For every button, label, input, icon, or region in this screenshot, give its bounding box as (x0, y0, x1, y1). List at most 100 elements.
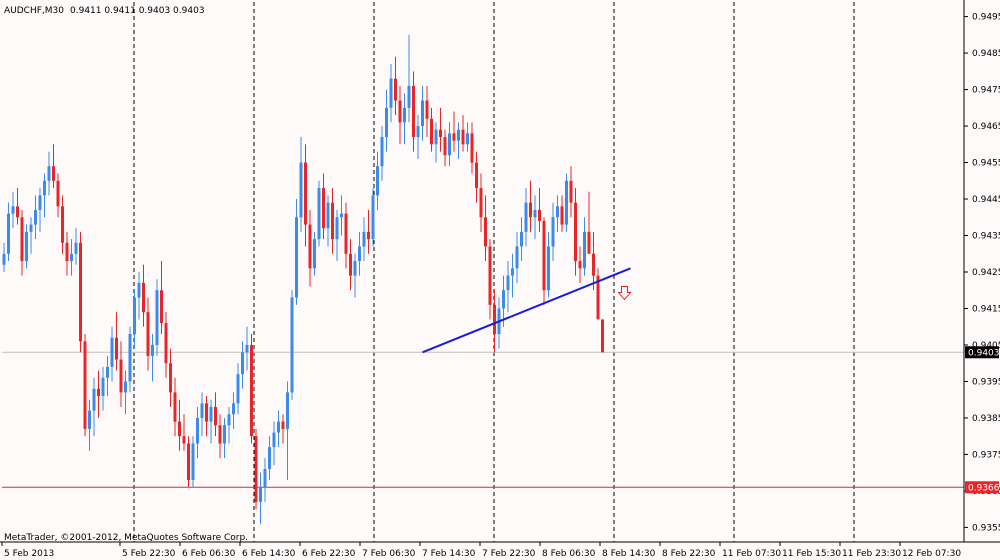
bear-candle-body (425, 100, 429, 119)
bull-candle-body (389, 78, 393, 108)
bear-candle-body (529, 202, 532, 218)
bear-candle-body (412, 85, 415, 137)
bull-candle-body (133, 297, 136, 335)
copyright-label: MetaTrader, ©2001-2012, MetaQuotes Softw… (4, 533, 248, 543)
bear-candle-body (574, 202, 577, 262)
bull-candle-body (263, 469, 267, 488)
bull-candle-body (335, 217, 339, 240)
price-tick-label: 0.9455 (972, 159, 1000, 169)
bull-candle-body (340, 213, 343, 218)
bull-candle-body (200, 403, 204, 418)
bull-candle-body (286, 392, 289, 429)
time-tick-label: 12 Feb 07:30 (902, 549, 961, 559)
price-tick-label: 0.9435 (972, 232, 1000, 242)
bear-candle-body (394, 78, 397, 101)
bull-candle-body (106, 366, 109, 378)
bull-candle-body (241, 352, 244, 375)
bull-candle-body (376, 166, 379, 196)
time-tick-label: 6 Feb 06:30 (182, 549, 236, 559)
bear-candle-body (164, 323, 168, 364)
bear-candle-body (601, 319, 604, 353)
bear-candle-body (398, 100, 402, 123)
price-tick-label: 0.9485 (972, 49, 1000, 59)
bear-candle-body (452, 133, 456, 141)
bear-candle-body (331, 202, 334, 240)
bear-candle-body (493, 304, 496, 335)
bear-candle-body (470, 133, 474, 163)
bear-candle-body (146, 312, 150, 356)
bear-candle-body (538, 209, 541, 221)
bear-candle-body (439, 129, 442, 137)
bear-candle-body (254, 436, 258, 502)
bear-candle-body (52, 166, 55, 181)
bull-candle-body (547, 246, 550, 291)
price-tick-label: 0.9475 (972, 86, 1000, 96)
bear-candle-body (367, 231, 370, 240)
bull-candle-body (70, 253, 73, 262)
bull-candle-body (110, 337, 114, 367)
bull-candle-body (434, 129, 438, 145)
time-tick-label: 7 Feb 14:30 (422, 549, 476, 559)
bull-candle-body (124, 381, 127, 393)
price-tick-label: 0.9445 (972, 195, 1000, 205)
bear-candle-body (56, 180, 60, 207)
chart-background (0, 0, 1000, 560)
time-tick-label: 6 Feb 22:30 (302, 549, 356, 559)
time-tick-label: 11 Feb 07:30 (722, 549, 781, 559)
price-tick-label: 0.9495 (972, 13, 1000, 23)
bull-candle-body (227, 414, 231, 426)
bear-candle-body (65, 242, 69, 262)
bull-candle-body (299, 162, 303, 218)
bear-candle-body (169, 363, 172, 393)
bull-candle-body (11, 206, 15, 214)
bear-candle-body (160, 290, 163, 324)
price-tick-label: 0.9415 (972, 304, 1000, 314)
price-chart[interactable]: 0.9495 0.9485 0.9475 0.9465 0.9455 0.9445 0.94… (0, 0, 1000, 560)
bear-candle-body (182, 436, 186, 444)
bull-candle-body (407, 85, 411, 108)
bear-candle-body (430, 118, 433, 145)
bull-candle-body (151, 344, 154, 356)
time-tick-label: 8 Feb 14:30 (602, 549, 656, 559)
bull-candle-body (502, 290, 505, 309)
bull-candle-body (34, 209, 37, 225)
bear-candle-body (115, 337, 118, 360)
bear-candle-body (61, 206, 64, 243)
bull-candle-body (47, 166, 51, 181)
symbol-label: AUDCHF,M30 (4, 6, 64, 16)
bull-candle-body (506, 275, 510, 291)
bull-candle-body (515, 246, 519, 269)
bear-candle-body (322, 188, 325, 229)
time-tick-label: 8 Feb 06:30 (542, 549, 596, 559)
bear-candle-body (542, 220, 546, 291)
bull-candle-body (74, 242, 78, 254)
bear-candle-body (97, 388, 100, 397)
bear-candle-body (484, 217, 487, 247)
price-tick-label: 0.9385 (972, 414, 1000, 424)
ohlc-label: 0.9411 0.9411 0.9403 0.9403 (70, 6, 205, 16)
bull-candle-body (277, 421, 280, 433)
bull-candle-body (268, 447, 271, 470)
bull-candle-body (403, 107, 406, 123)
bear-candle-body (475, 162, 478, 189)
bull-candle-body (196, 417, 199, 444)
bull-candle-body (191, 443, 195, 480)
bear-candle-body (443, 137, 447, 156)
price-tick-label: 0.9355 (972, 523, 1000, 533)
bear-candle-body (142, 282, 145, 313)
bull-candle-body (155, 290, 159, 345)
bull-candle-body (29, 224, 33, 232)
bull-candle-body (43, 180, 46, 196)
bull-candle-body (245, 344, 249, 353)
bear-candle-body (218, 425, 222, 444)
bull-candle-body (313, 239, 316, 269)
bear-candle-body (461, 129, 465, 145)
bull-candle-body (380, 137, 384, 167)
bull-candle-body (511, 268, 514, 276)
bear-candle-body (173, 392, 177, 422)
bull-candle-body (583, 231, 586, 269)
bull-candle-body (101, 377, 105, 397)
bull-candle-body (236, 374, 240, 404)
bear-candle-body (205, 403, 208, 422)
bull-candle-body (2, 253, 6, 265)
